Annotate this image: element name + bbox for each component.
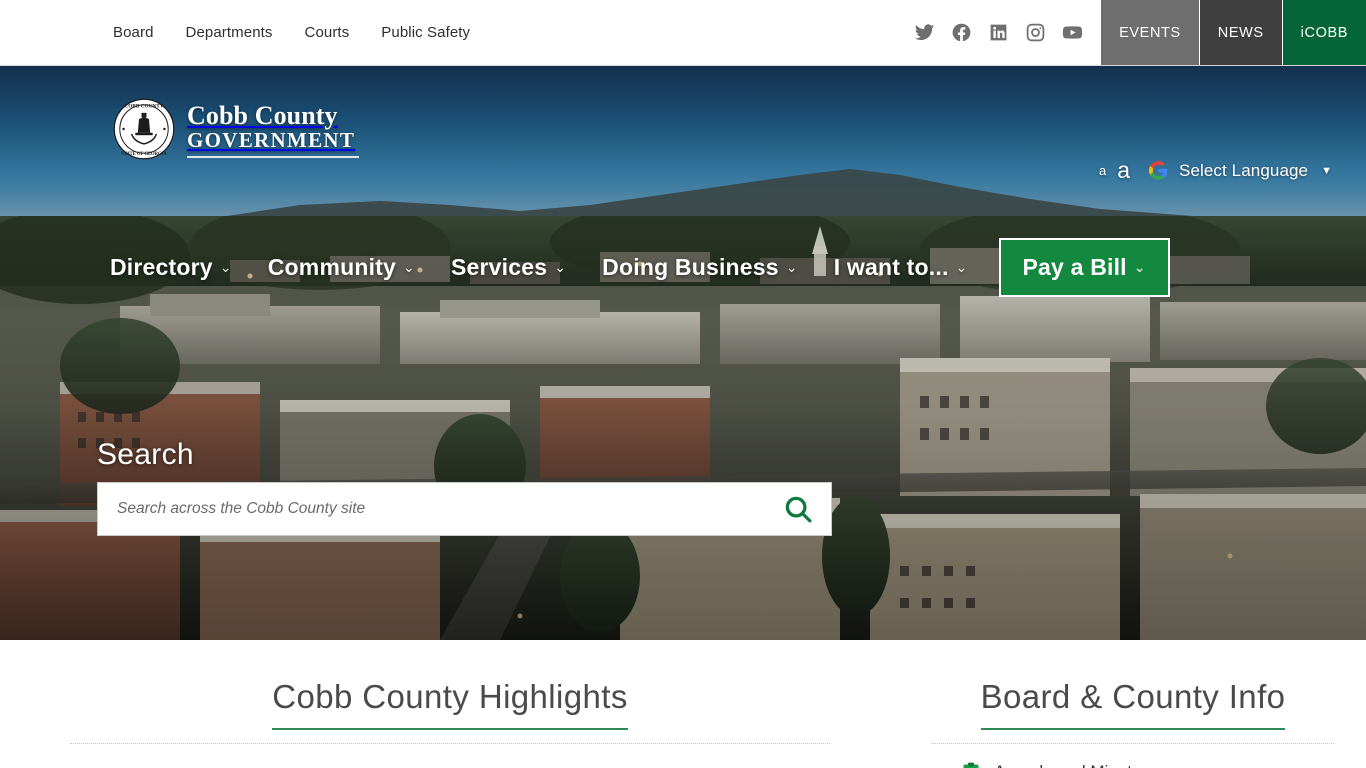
list-item[interactable]: Agenda and Minutes [962, 762, 1366, 768]
youtube-icon[interactable] [1062, 22, 1083, 43]
language-and-text-size-bar: a a Select Language ▼ [1099, 159, 1332, 182]
board-county-info-column: Board & County Info Agenda and Minutes [900, 678, 1366, 768]
top-nav-courts[interactable]: Courts [305, 24, 350, 41]
search-box[interactable] [97, 482, 832, 536]
nav-directory[interactable]: Directory ⌄ [92, 254, 250, 281]
news-button[interactable]: NEWS [1199, 0, 1283, 65]
search-icon [785, 496, 812, 523]
logo-line-2: GOVERNMENT [187, 128, 356, 152]
chevron-down-icon: ⌄ [785, 259, 798, 275]
svg-text:COBB COUNTY: COBB COUNTY [124, 103, 163, 109]
board-county-info-header: Board & County Info [900, 678, 1366, 744]
main-navigation: Directory ⌄ Community ⌄ Services ⌄ Doing… [92, 238, 1170, 297]
highlights-title: Cobb County Highlights [272, 678, 628, 730]
decrease-text-size-button[interactable]: a [1099, 163, 1106, 178]
logo-rule [187, 156, 359, 158]
utility-top-bar: Board Departments Courts Public Safety E… [0, 0, 1366, 66]
chevron-down-icon: ⌄ [219, 259, 232, 275]
pay-a-bill-button[interactable]: Pay a Bill ⌄ [998, 238, 1170, 297]
pay-a-bill-label: Pay a Bill [1022, 254, 1127, 280]
nav-directory-label: Directory [110, 254, 213, 280]
facebook-icon[interactable] [951, 22, 972, 43]
twitter-icon[interactable] [914, 22, 935, 43]
top-navigation: Board Departments Courts Public Safety [0, 0, 914, 65]
nav-community-label: Community [267, 254, 397, 280]
nav-i-want-to[interactable]: I want to... ⌄ [816, 254, 986, 281]
hero-search-block: Search [97, 438, 832, 536]
linkedin-icon[interactable] [988, 22, 1009, 43]
nav-doing-business-label: Doing Business [602, 254, 779, 280]
agenda-and-minutes-link[interactable]: Agenda and Minutes [994, 762, 1150, 768]
highlights-header: Cobb County Highlights [0, 678, 900, 744]
nav-i-want-to-label: I want to... [833, 254, 949, 280]
top-bar-right: EVENTS NEWS iCOBB [914, 0, 1366, 65]
below-hero-content: Cobb County Highlights Board & County In… [0, 640, 1366, 768]
chevron-down-icon: ⌄ [403, 259, 415, 275]
top-nav-board[interactable]: Board [113, 24, 154, 41]
board-county-info-title: Board & County Info [980, 678, 1286, 730]
clipboard-icon [963, 762, 979, 768]
increase-text-size-button[interactable]: a [1117, 159, 1130, 182]
nav-services[interactable]: Services ⌄ [433, 254, 584, 281]
cobb-county-seal-icon: COBB COUNTY STATE OF GEORGIA [113, 98, 175, 160]
logo-line-1: Cobb County [187, 101, 338, 130]
top-nav-departments[interactable]: Departments [186, 24, 273, 41]
svg-text:STATE OF GEORGIA: STATE OF GEORGIA [121, 152, 167, 157]
board-county-info-list: Agenda and Minutes [900, 762, 1366, 768]
chevron-down-icon: ⌄ [554, 259, 567, 275]
icobb-button[interactable]: iCOBB [1282, 0, 1366, 65]
select-language-label[interactable]: Select Language [1179, 161, 1308, 181]
search-heading: Search [97, 438, 194, 471]
hero-banner: COBB COUNTY STATE OF GEORGIA Cobb County… [0, 66, 1366, 640]
highlights-column: Cobb County Highlights [0, 678, 900, 768]
social-links [914, 0, 1101, 65]
search-submit-button[interactable] [765, 483, 831, 535]
chevron-down-icon: ⌄ [955, 259, 968, 275]
nav-doing-business[interactable]: Doing Business ⌄ [584, 254, 816, 281]
search-input[interactable] [98, 483, 765, 535]
site-logo[interactable]: COBB COUNTY STATE OF GEORGIA Cobb County… [113, 98, 359, 160]
events-button[interactable]: EVENTS [1101, 0, 1200, 65]
instagram-icon[interactable] [1025, 22, 1046, 43]
google-g-icon [1149, 161, 1168, 180]
board-county-info-divider [932, 743, 1334, 744]
nav-community[interactable]: Community ⌄ [250, 254, 433, 281]
language-caret-icon[interactable]: ▼ [1321, 165, 1332, 177]
nav-services-label: Services [450, 254, 548, 280]
highlights-divider [70, 743, 830, 744]
top-nav-public-safety[interactable]: Public Safety [381, 24, 470, 41]
chevron-down-icon: ⌄ [1133, 259, 1146, 275]
